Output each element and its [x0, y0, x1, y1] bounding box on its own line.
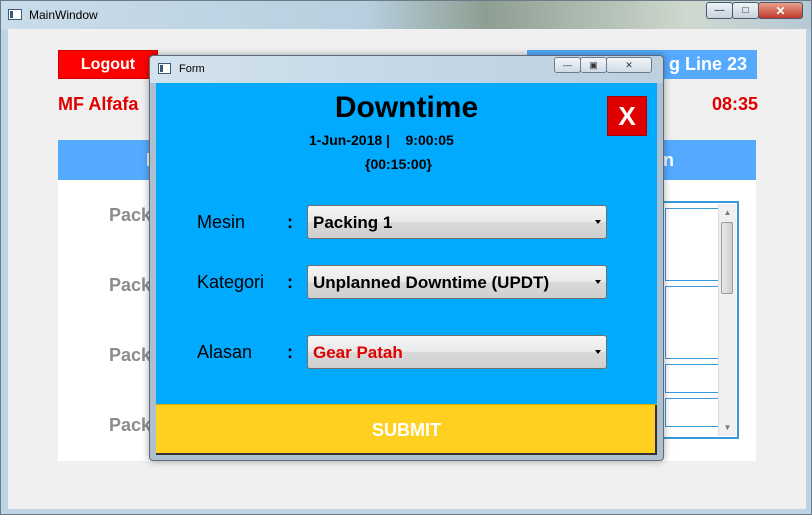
main-caption-buttons: — □ ✕	[706, 2, 803, 21]
alasan-select[interactable]: Gear Patah	[307, 335, 607, 369]
downtime-datetime: 1-Jun-2018 | 9:00:05	[309, 132, 454, 148]
mesin-select-value: Packing 1	[313, 213, 393, 232]
alasan-label: Alasan	[197, 342, 253, 362]
main-window-title: MainWindow	[29, 8, 98, 22]
kategori-colon: :	[287, 272, 293, 292]
scroll-down-icon[interactable]: ▼	[719, 419, 736, 436]
mesin-label: Mesin	[197, 212, 246, 232]
list-item[interactable]: Pack	[109, 205, 151, 226]
minimize-button[interactable]: —	[706, 2, 733, 19]
kategori-select[interactable]: Unplanned Downtime (UPDT)	[307, 265, 607, 299]
alasan-colon: :	[287, 342, 293, 362]
maximize-icon: □	[742, 5, 749, 16]
chevron-down-icon	[595, 220, 601, 224]
main-titlebar[interactable]: MainWindow — □ ✕	[1, 1, 811, 29]
downtime-dialog: Form — ▣ ✕ Downtime 1-Jun-2018 | 9:00:05…	[149, 55, 664, 461]
dialog-restore-button[interactable]: ▣	[580, 57, 607, 73]
close-icon: ✕	[775, 3, 786, 18]
dialog-caption-buttons: — ▣ ✕	[554, 57, 652, 73]
mesin-select[interactable]: Packing 1	[307, 205, 607, 239]
dialog-x-button[interactable]: X	[607, 96, 647, 136]
scroll-thumb[interactable]	[721, 222, 733, 294]
list-cell[interactable]	[665, 398, 719, 427]
list-item[interactable]: Pack	[109, 345, 151, 366]
form-window-icon	[158, 63, 171, 74]
alasan-select-value: Gear Patah	[313, 343, 403, 362]
table-header-right: n	[663, 150, 674, 170]
window-icon	[8, 9, 22, 20]
list-item[interactable]: Pack	[109, 275, 151, 296]
list-item[interactable]: Pack	[109, 415, 151, 436]
dialog-close-button[interactable]: ✕	[606, 57, 652, 73]
user-name: MF Alfafa	[58, 94, 139, 114]
dialog-titlebar[interactable]: Form — ▣ ✕	[150, 56, 663, 83]
list-cell[interactable]	[665, 364, 719, 393]
dialog-client-area: Downtime 1-Jun-2018 | 9:00:05 {00:15:00}…	[156, 83, 657, 455]
dialog-heading: Downtime	[334, 91, 479, 124]
chevron-down-icon	[595, 350, 601, 354]
minimize-icon: —	[563, 60, 572, 70]
clock: 08:35	[711, 94, 758, 114]
status-list-box[interactable]: ▲ ▼	[661, 201, 739, 439]
logout-button[interactable]: Logout	[58, 50, 158, 79]
list-cell[interactable]	[665, 208, 719, 281]
mesin-colon: :	[287, 212, 293, 232]
minimize-icon: —	[714, 5, 725, 16]
list-cell[interactable]	[665, 286, 719, 359]
close-icon: ✕	[625, 59, 633, 70]
dialog-minimize-button[interactable]: —	[554, 57, 581, 73]
chevron-down-icon	[595, 280, 601, 284]
dialog-title: Form	[179, 63, 205, 75]
scroll-up-icon[interactable]: ▲	[719, 204, 736, 221]
kategori-select-value: Unplanned Downtime (UPDT)	[313, 273, 550, 292]
close-window-button[interactable]: ✕	[758, 2, 803, 19]
downtime-duration: {00:15:00}	[365, 156, 432, 172]
kategori-label: Kategori	[197, 272, 265, 292]
restore-icon: ▣	[589, 59, 598, 70]
vertical-scrollbar[interactable]: ▲ ▼	[718, 204, 736, 436]
submit-button[interactable]: SUBMIT	[156, 404, 657, 455]
maximize-button[interactable]: □	[732, 2, 759, 19]
